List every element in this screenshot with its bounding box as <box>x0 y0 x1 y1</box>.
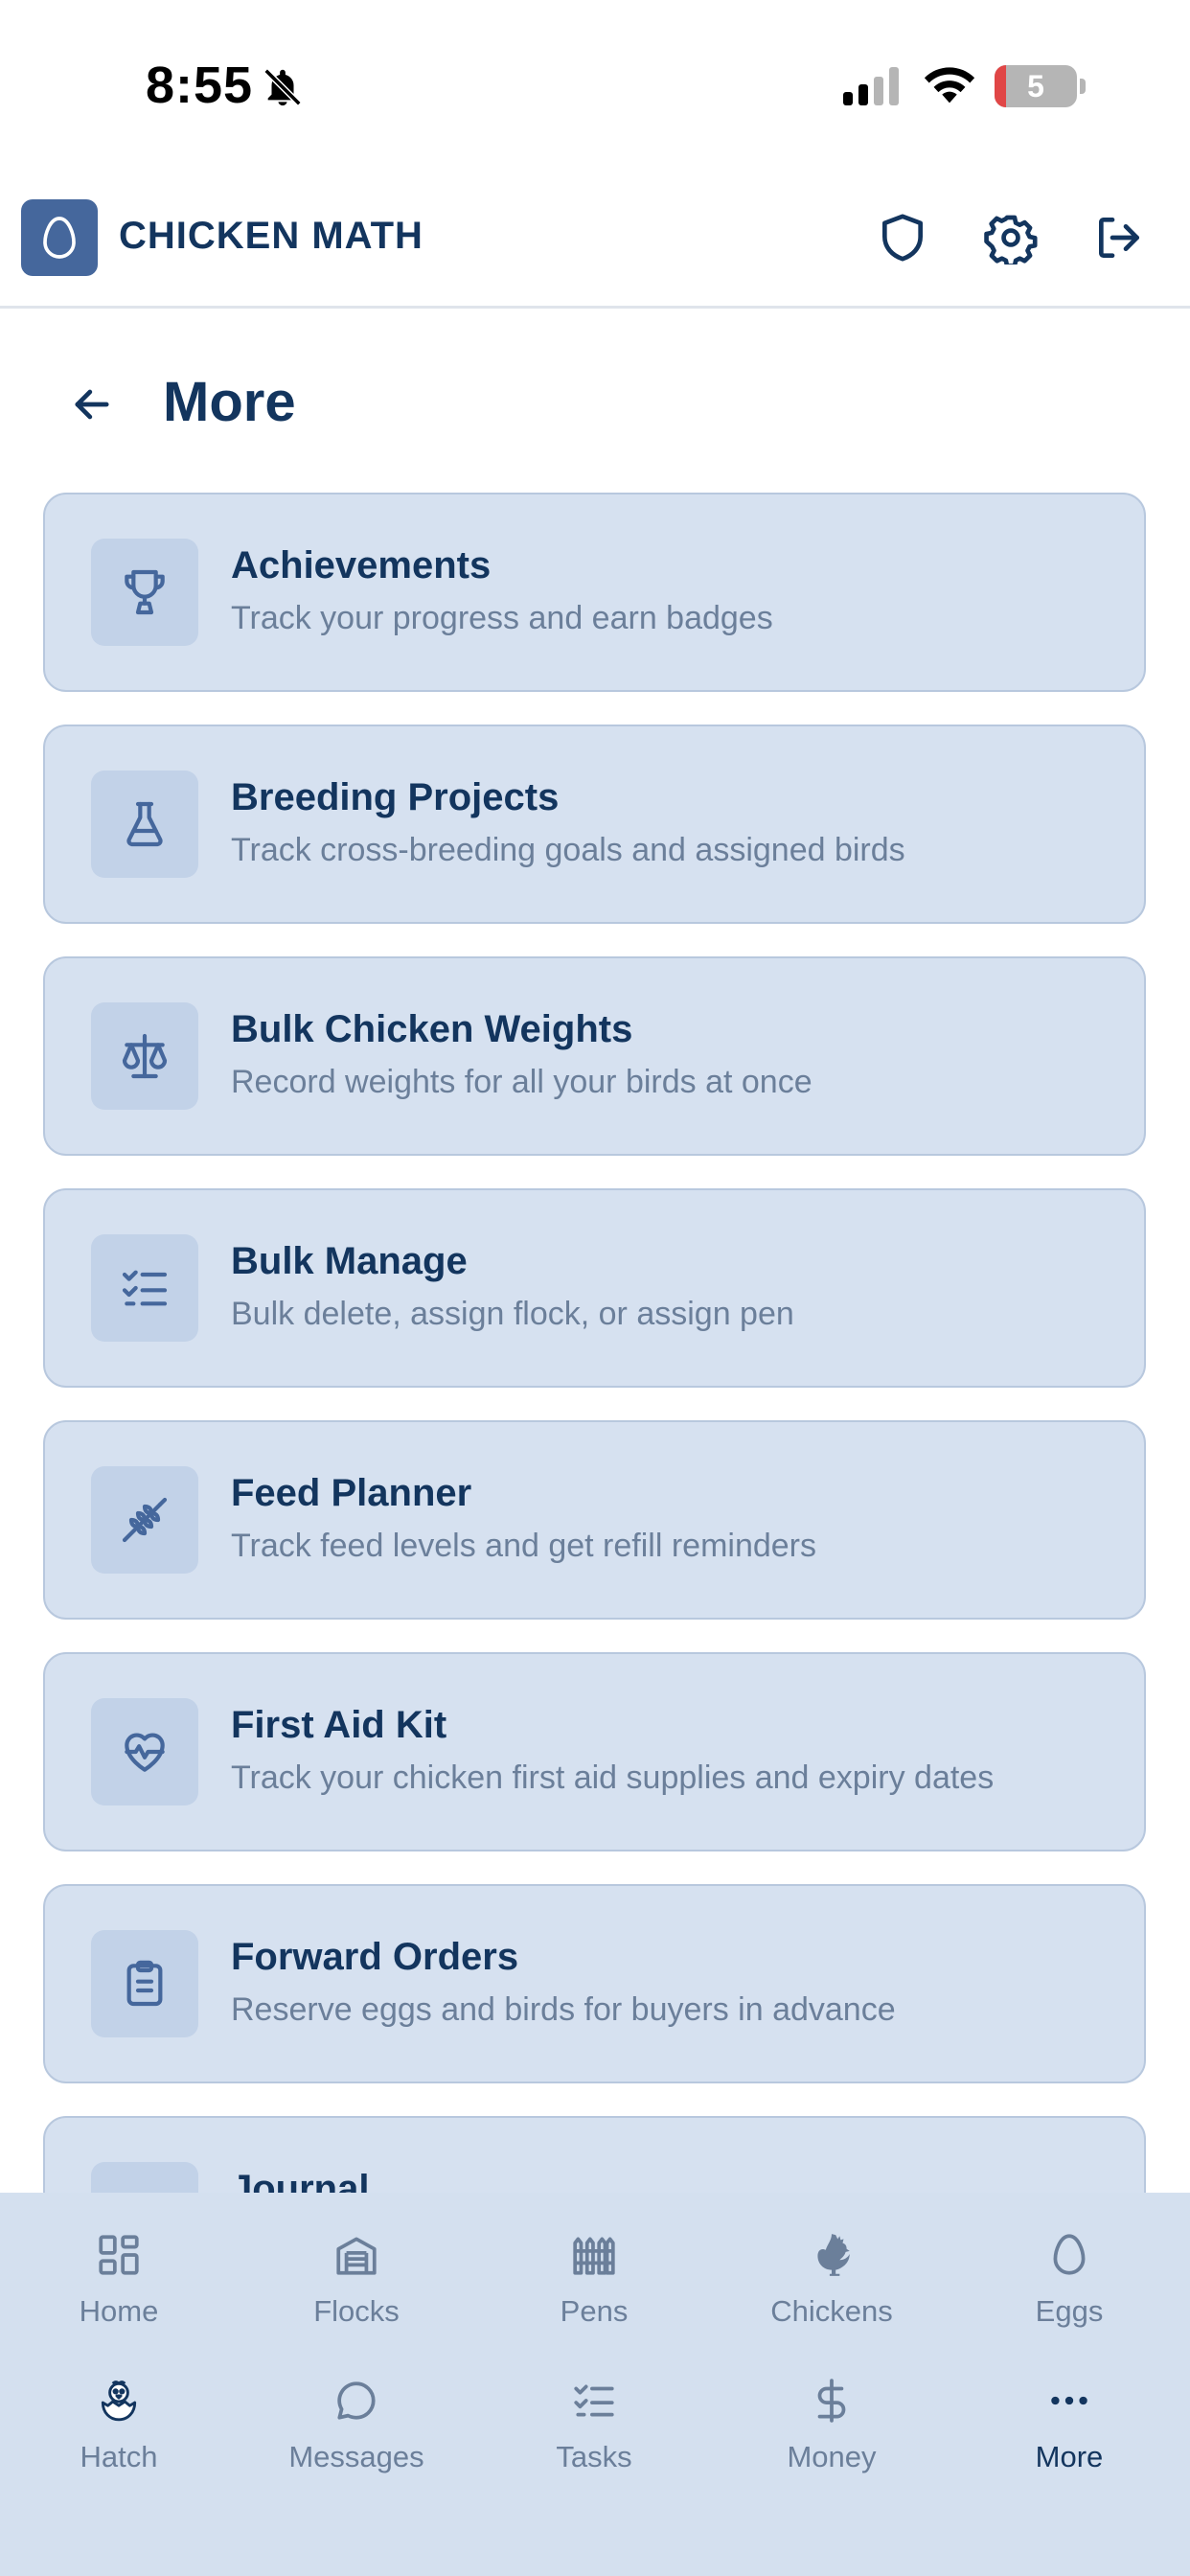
menu-item-subtitle: Track your chicken first aid supplies an… <box>231 1760 995 1796</box>
rooster-icon <box>817 2234 850 2276</box>
menu-item-first-aid-kit[interactable]: First Aid Kit Track your chicken first a… <box>43 1652 1146 1852</box>
nav-label: Flocks <box>313 2294 400 2328</box>
menu-item-title: Achievements <box>231 544 492 586</box>
menu-item-bulk-chicken-weights[interactable]: Bulk Chicken Weights Record weights for … <box>43 956 1146 1156</box>
nav-label: Chickens <box>770 2294 893 2328</box>
fence-icon <box>573 2237 615 2275</box>
menu-item-subtitle: Reserve eggs and birds for buyers in adv… <box>231 1991 896 2028</box>
flask-icon <box>126 801 163 847</box>
nav-flocks[interactable]: Flocks <box>238 2210 475 2344</box>
logout-icon[interactable] <box>1092 211 1146 264</box>
menu-item-breeding-projects[interactable]: Breeding Projects Track cross-breeding g… <box>43 724 1146 924</box>
menu-item-title: Bulk Manage <box>231 1240 468 1282</box>
menu-item-title: Journal <box>231 2168 370 2193</box>
battery-nub <box>1080 79 1086 94</box>
battery-icon: 5 <box>995 65 1077 107</box>
nav-label: Hatch <box>80 2440 158 2473</box>
hatching-chick-icon <box>101 2380 137 2422</box>
menu-icon-box <box>91 1930 198 2037</box>
menu-item-subtitle: Record weights for all your birds at onc… <box>231 1064 812 1100</box>
menu-item-feed-planner[interactable]: Feed Planner Track feed levels and get r… <box>43 1420 1146 1620</box>
menu-item-title: First Aid Kit <box>231 1704 447 1746</box>
nav-more[interactable]: More <box>950 2356 1188 2490</box>
ellipsis-icon <box>1051 2396 1087 2405</box>
menu-item-title: Feed Planner <box>231 1472 472 1514</box>
nav-hatch[interactable]: Hatch <box>0 2356 238 2490</box>
nav-pens[interactable]: Pens <box>475 2210 713 2344</box>
shield-icon[interactable] <box>876 211 929 264</box>
menu-icon-box <box>91 539 198 646</box>
nav-eggs[interactable]: Eggs <box>950 2210 1188 2344</box>
gear-icon[interactable] <box>984 211 1038 264</box>
battery-percent: 5 <box>1027 69 1044 104</box>
menu-icon-box <box>91 1002 198 1110</box>
barn-icon <box>336 2237 377 2275</box>
wifi-icon <box>924 67 975 104</box>
menu-icon-box <box>91 2162 198 2193</box>
wheat-icon <box>122 1497 168 1543</box>
clipboard-icon <box>126 1960 163 2007</box>
egg-icon <box>1053 2234 1086 2275</box>
scale-icon <box>122 1033 168 1079</box>
menu-icon-box <box>91 1466 198 1574</box>
menu-icon-box <box>91 1698 198 1806</box>
app-title: CHICKEN MATH <box>119 215 423 257</box>
nav-tasks[interactable]: Tasks <box>475 2356 713 2490</box>
nav-label: More <box>1035 2440 1104 2473</box>
nav-chickens[interactable]: Chickens <box>713 2210 950 2344</box>
heart-pulse-icon <box>125 1733 165 1772</box>
arrow-left-icon[interactable] <box>67 380 117 429</box>
egg-icon <box>43 217 76 259</box>
nav-label: Messages <box>288 2440 424 2473</box>
menu-item-subtitle: Track your progress and earn badges <box>231 600 773 636</box>
dashboard-icon <box>99 2235 139 2275</box>
nav-label: Pens <box>560 2294 629 2328</box>
menu-item-subtitle: Track feed levels and get refill reminde… <box>231 1528 817 1564</box>
nav-money[interactable]: Money <box>713 2356 950 2490</box>
nav-label: Tasks <box>556 2440 632 2473</box>
nav-label: Eggs <box>1035 2294 1104 2328</box>
menu-item-title: Bulk Chicken Weights <box>231 1008 633 1050</box>
checklist-icon <box>122 1270 168 1306</box>
menu-item-journal[interactable]: Journal <box>43 2116 1146 2193</box>
checklist-icon <box>574 2384 614 2417</box>
menu-item-forward-orders[interactable]: Forward Orders Reserve eggs and birds fo… <box>43 1884 1146 2083</box>
signal-icon <box>843 67 899 105</box>
page-title: More <box>163 371 296 433</box>
menu-item-subtitle: Bulk delete, assign flock, or assign pen <box>231 1296 794 1332</box>
app-logo[interactable] <box>21 199 98 276</box>
chat-bubble-icon <box>337 2381 376 2420</box>
menu-icon-box <box>91 1234 198 1342</box>
menu-item-title: Forward Orders <box>231 1936 519 1978</box>
menu-item-achievements[interactable]: Achievements Track your progress and ear… <box>43 493 1146 692</box>
menu-item-title: Breeding Projects <box>231 776 560 818</box>
menu-list: Achievements Track your progress and ear… <box>43 493 1146 2193</box>
status-time: 8:55 <box>146 57 254 114</box>
status-bar: 8:55 5 <box>0 0 1190 172</box>
menu-item-bulk-manage[interactable]: Bulk Manage Bulk delete, assign flock, o… <box>43 1188 1146 1388</box>
menu-item-subtitle: Track cross-breeding goals and assigned … <box>231 832 905 868</box>
bottom-nav: Home Flocks Pens Chickens Eggs Hatch Mes… <box>0 2193 1190 2576</box>
trophy-icon <box>125 569 165 615</box>
nav-label: Money <box>787 2440 877 2473</box>
menu-icon-box <box>91 770 198 878</box>
dollar-icon <box>817 2379 846 2423</box>
bell-slash-icon <box>263 68 302 106</box>
nav-home[interactable]: Home <box>0 2210 238 2344</box>
nav-label: Home <box>79 2294 159 2328</box>
nav-messages[interactable]: Messages <box>238 2356 475 2490</box>
app-header: CHICKEN MATH <box>0 180 1190 309</box>
